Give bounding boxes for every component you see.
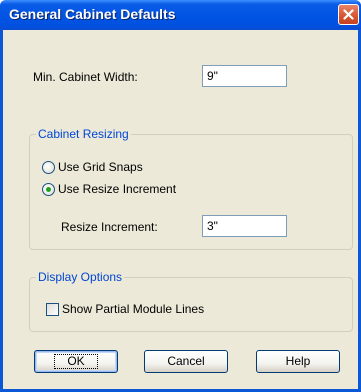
resize-increment-label: Resize Increment: (61, 220, 158, 234)
close-icon (343, 9, 354, 20)
radio-button-checked-icon[interactable] (42, 182, 55, 196)
use-grid-snaps-label: Use Grid Snaps (58, 160, 143, 174)
resize-increment-input[interactable]: 3" (202, 215, 287, 237)
ok-button-label: OK (54, 354, 98, 369)
checkbox-icon[interactable] (46, 302, 59, 316)
window-title: General Cabinet Defaults (9, 6, 176, 22)
min-width-label: Min. Cabinet Width: (33, 70, 138, 84)
show-partial-module-lines-label: Show Partial Module Lines (62, 302, 205, 316)
dialog-window: General Cabinet Defaults Min. Cabinet Wi… (0, 0, 361, 392)
radio-use-resize-increment[interactable]: Use Resize Increment (42, 182, 176, 196)
show-partial-module-lines-checkbox[interactable]: Show Partial Module Lines (46, 302, 204, 316)
radio-use-grid-snaps[interactable]: Use Grid Snaps (42, 160, 143, 174)
cancel-button[interactable]: Cancel (144, 350, 228, 373)
close-button[interactable] (338, 4, 359, 25)
min-width-input[interactable]: 9" (202, 65, 287, 87)
radio-button-icon[interactable] (42, 160, 55, 174)
use-resize-increment-label: Use Resize Increment (58, 182, 177, 196)
ok-button[interactable]: OK (34, 350, 118, 373)
display-options-title: Display Options (36, 270, 125, 284)
cabinet-resizing-title: Cabinet Resizing (36, 127, 131, 141)
help-button[interactable]: Help (256, 350, 340, 373)
title-bar[interactable]: General Cabinet Defaults (0, 0, 361, 30)
